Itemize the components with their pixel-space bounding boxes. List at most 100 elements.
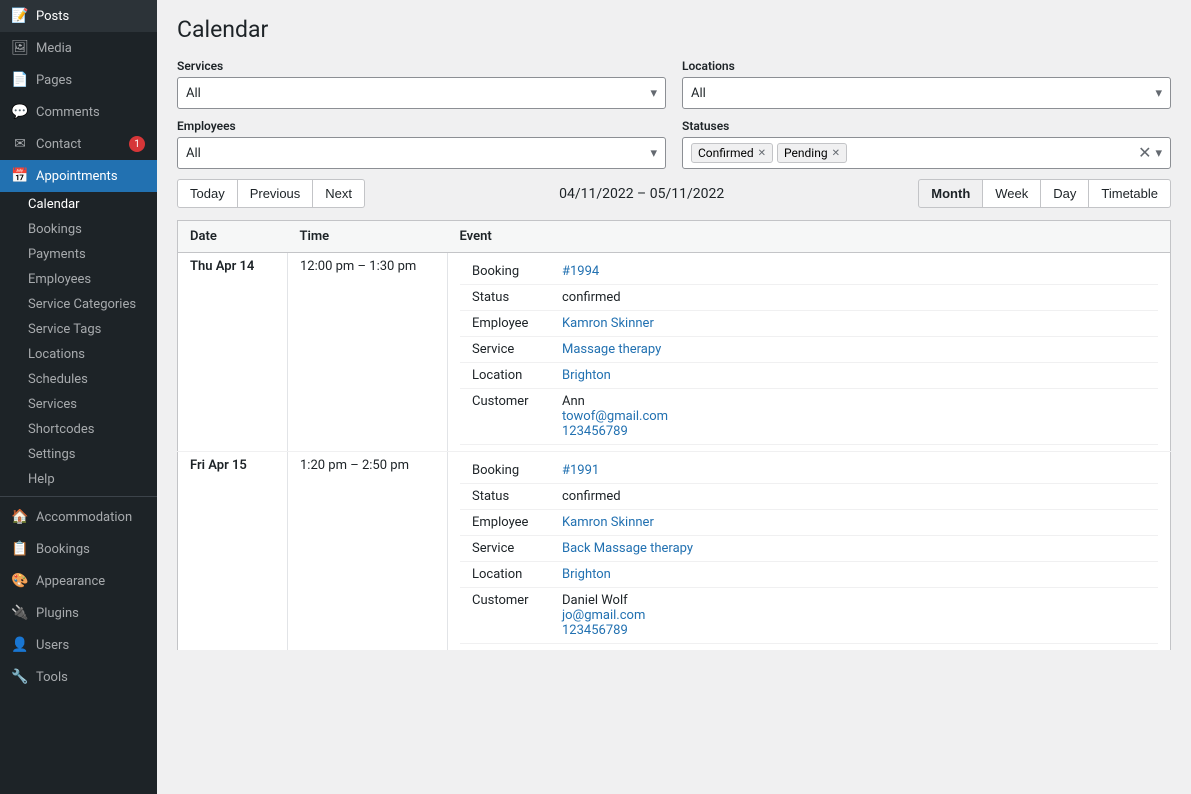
sidebar-item-appointments[interactable]: 📅 Appointments <box>0 160 157 192</box>
customer-row: Customer Daniel Wolf jo@gmail.com 123456… <box>460 588 1158 644</box>
contact-icon: ✉ <box>12 136 28 152</box>
event-cell-0: Booking #1994 Status confirmed Employee … <box>448 253 1171 452</box>
sidebar-item-appearance[interactable]: 🎨 Appearance <box>0 565 157 597</box>
booking-link[interactable]: #1994 <box>562 264 599 279</box>
services-chevron-icon: ▾ <box>650 86 657 101</box>
sidebar-sub-help[interactable]: Help <box>0 467 157 492</box>
bookings2-icon: 📋 <box>12 541 28 557</box>
sidebar-sub-service-tags[interactable]: Service Tags <box>0 317 157 342</box>
contact-badge: 1 <box>129 136 145 152</box>
employee-link[interactable]: Kamron Skinner <box>562 515 654 530</box>
filters-top-row: Services All ▾ Locations All ▾ <box>177 59 1171 109</box>
sidebar-item-accommodation[interactable]: 🏠 Accommodation <box>0 501 157 533</box>
booking-value: #1991 <box>550 458 1158 484</box>
sidebar-item-users[interactable]: 👤 Users <box>0 629 157 661</box>
sidebar-sub-schedules[interactable]: Schedules <box>0 367 157 392</box>
month-view-button[interactable]: Month <box>918 179 983 208</box>
locations-chevron-icon: ▾ <box>1155 86 1162 101</box>
sidebar-sub-bookings[interactable]: Bookings <box>0 217 157 242</box>
users-icon: 👤 <box>12 637 28 653</box>
event-cell-1: Booking #1991 Status confirmed Employee … <box>448 452 1171 651</box>
confirmed-tag-remove[interactable]: ✕ <box>758 148 766 159</box>
sidebar-item-plugins[interactable]: 🔌 Plugins <box>0 597 157 629</box>
customer-row: Customer Ann towof@gmail.com 123456789 <box>460 389 1158 445</box>
page-title: Calendar <box>177 16 1171 43</box>
customer-value: Ann towof@gmail.com 123456789 <box>550 389 1158 445</box>
pages-icon: 📄 <box>12 72 28 88</box>
employee-row: Employee Kamron Skinner <box>460 510 1158 536</box>
next-button[interactable]: Next <box>313 179 365 208</box>
customer-label: Customer <box>460 588 550 644</box>
customer-phone-link[interactable]: 123456789 <box>562 623 628 638</box>
today-button[interactable]: Today <box>177 179 238 208</box>
locations-select-value: All <box>691 86 1151 101</box>
sidebar-item-bookings2[interactable]: 📋 Bookings <box>0 533 157 565</box>
customer-value: Daniel Wolf jo@gmail.com 123456789 <box>550 588 1158 644</box>
service-value: Massage therapy <box>550 337 1158 363</box>
employees-select[interactable]: All ▾ <box>177 137 666 169</box>
booking-row: Booking #1994 <box>460 259 1158 285</box>
customer-phone-link[interactable]: 123456789 <box>562 424 628 439</box>
view-buttons: Month Week Day Timetable <box>918 179 1171 208</box>
sidebar-sub-locations[interactable]: Locations <box>0 342 157 367</box>
sidebar-sub-settings[interactable]: Settings <box>0 442 157 467</box>
service-link[interactable]: Massage therapy <box>562 342 661 357</box>
sidebar-sub-shortcodes[interactable]: Shortcodes <box>0 417 157 442</box>
location-label: Location <box>460 363 550 389</box>
appearance-icon: 🎨 <box>12 573 28 589</box>
employees-label: Employees <box>177 119 666 133</box>
day-view-button[interactable]: Day <box>1041 179 1089 208</box>
filters-bottom-row: Employees All ▾ Statuses Confirmed ✕ Pen… <box>177 119 1171 169</box>
previous-button[interactable]: Previous <box>238 179 314 208</box>
location-link[interactable]: Brighton <box>562 368 611 383</box>
service-label: Service <box>460 536 550 562</box>
service-link[interactable]: Back Massage therapy <box>562 541 693 556</box>
sidebar-sub-payments[interactable]: Payments <box>0 242 157 267</box>
week-view-button[interactable]: Week <box>983 179 1041 208</box>
customer-email-link[interactable]: towof@gmail.com <box>562 409 668 424</box>
pending-tag-remove[interactable]: ✕ <box>832 148 840 159</box>
sidebar-sub-services[interactable]: Services <box>0 392 157 417</box>
calendar-table: Date Time Event Thu Apr 1412:00 pm – 1:3… <box>177 220 1171 651</box>
service-row: Service Back Massage therapy <box>460 536 1158 562</box>
services-label: Services <box>177 59 666 73</box>
sidebar-sub-calendar[interactable]: Calendar <box>0 192 157 217</box>
location-label: Location <box>460 562 550 588</box>
employee-label: Employee <box>460 311 550 337</box>
sidebar-item-posts[interactable]: 📝 Posts <box>0 0 157 32</box>
confirmed-tag-label: Confirmed <box>698 146 754 160</box>
status-row: Status confirmed <box>460 484 1158 510</box>
booking-label: Booking <box>460 259 550 285</box>
sidebar-item-comments[interactable]: 💬 Comments <box>0 96 157 128</box>
location-link[interactable]: Brighton <box>562 567 611 582</box>
customer-email-link[interactable]: jo@gmail.com <box>562 608 645 623</box>
statuses-chevron-icon: ▾ <box>1155 146 1162 161</box>
employee-link[interactable]: Kamron Skinner <box>562 316 654 331</box>
statuses-select[interactable]: Confirmed ✕ Pending ✕ ✕ ▾ <box>682 137 1171 169</box>
date-cell-1: Fri Apr 15 <box>178 452 288 651</box>
pending-tag-label: Pending <box>784 146 828 160</box>
sidebar-item-contact[interactable]: ✉ Contact 1 <box>0 128 157 160</box>
sidebar-item-tools[interactable]: 🔧 Tools <box>0 661 157 693</box>
calendar-nav: Today Previous Next 04/11/2022 – 05/11/2… <box>177 179 1171 208</box>
comments-icon: 💬 <box>12 104 28 120</box>
timetable-view-button[interactable]: Timetable <box>1089 179 1171 208</box>
services-filter-group: Services All ▾ <box>177 59 666 109</box>
sidebar-item-pages[interactable]: 📄 Pages <box>0 64 157 96</box>
statuses-clear-all[interactable]: ✕ <box>1138 145 1151 161</box>
event-column-header: Event <box>448 221 1171 253</box>
services-select[interactable]: All ▾ <box>177 77 666 109</box>
sidebar-sub-service-categories[interactable]: Service Categories <box>0 292 157 317</box>
service-label: Service <box>460 337 550 363</box>
status-tag-confirmed: Confirmed ✕ <box>691 143 773 163</box>
booking-link[interactable]: #1991 <box>562 463 599 478</box>
locations-select[interactable]: All ▾ <box>682 77 1171 109</box>
time-cell-0: 12:00 pm – 1:30 pm <box>288 253 448 452</box>
employees-chevron-icon: ▾ <box>650 146 657 161</box>
booking-row: Booking #1991 <box>460 458 1158 484</box>
tools-icon: 🔧 <box>12 669 28 685</box>
sidebar-item-media[interactable]: 🖼 Media <box>0 32 157 64</box>
date-cell-0: Thu Apr 14 <box>178 253 288 452</box>
services-select-value: All <box>186 86 646 101</box>
sidebar-sub-employees[interactable]: Employees <box>0 267 157 292</box>
